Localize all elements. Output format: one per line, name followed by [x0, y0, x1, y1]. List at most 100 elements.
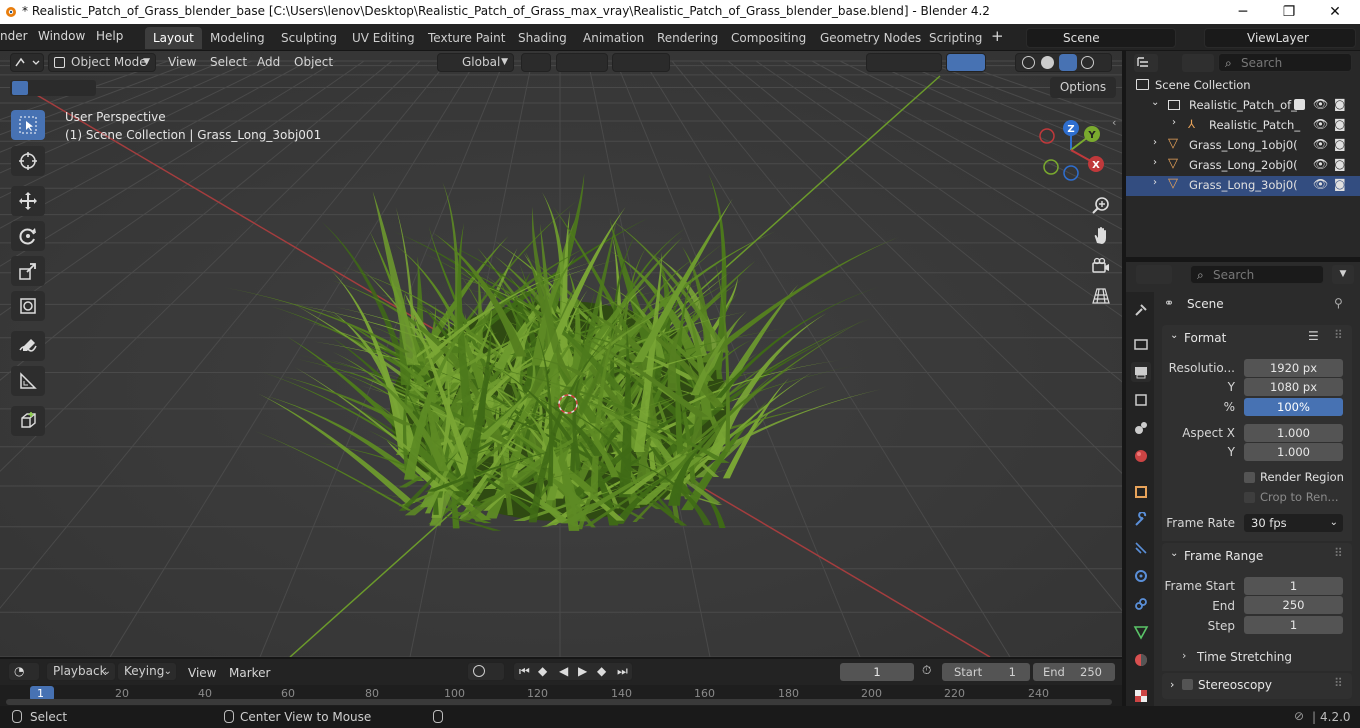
timeline-ruler[interactable]: 1 20 40 60 80 100 120 140 160 180 200 22… [0, 685, 1122, 706]
tab-scripting[interactable]: Scripting [921, 27, 990, 49]
frame-step-field[interactable]: 1 [1244, 616, 1343, 634]
output-tab-icon[interactable] [1131, 362, 1151, 382]
tab-geometry-nodes[interactable]: Geometry Nodes [812, 27, 929, 49]
expand-right-icon[interactable]: › [1172, 117, 1176, 128]
material-tab-icon[interactable] [1131, 650, 1151, 670]
viewlayer-selector[interactable]: ViewLayer [1204, 28, 1356, 48]
camera-view-button[interactable] [1087, 252, 1115, 280]
resolution-percent-field[interactable]: 100% [1244, 398, 1343, 416]
navigation-gizmo[interactable]: Z Y X [1030, 112, 1112, 188]
outliner-row-realistic-collection[interactable]: ⌄ Realistic_Patch_of_ 👁 ◙ [1126, 96, 1360, 116]
display-mode-dropdown[interactable] [1182, 54, 1214, 72]
add-workspace-button[interactable]: + [991, 27, 1004, 45]
crop-checkbox[interactable] [1244, 492, 1255, 503]
perspective-toggle-button[interactable] [1087, 282, 1115, 310]
outliner-editor-type-button[interactable] [1134, 54, 1158, 72]
frame-end-field[interactable]: 250 [1244, 596, 1343, 614]
jump-end-icon[interactable]: ⏭ [617, 663, 628, 680]
menu-add[interactable]: Add [257, 53, 280, 72]
world-tab-icon[interactable] [1131, 446, 1151, 466]
editor-type-button[interactable] [10, 53, 44, 72]
zoom-button[interactable] [1087, 192, 1115, 220]
play-icon[interactable]: ▶ [578, 663, 587, 680]
stopwatch-icon[interactable]: ⏱ [922, 663, 931, 678]
outliner-row-grass-3[interactable]: › ▽ Grass_Long_3obj0( 👁 ◙ [1126, 176, 1360, 196]
camera-render-icon[interactable]: ◙ [1334, 137, 1346, 151]
material-preview-icon[interactable] [1059, 54, 1077, 71]
expand-right-icon[interactable]: › [1153, 177, 1157, 188]
orientation-dropdown[interactable]: Global ▼ [437, 53, 514, 72]
object-mode-dropdown[interactable]: Object Mode ▼ [48, 53, 156, 72]
object-tab-icon[interactable] [1131, 482, 1151, 502]
measure-tool[interactable] [11, 366, 45, 396]
format-panel-header[interactable]: ⌄ Format ☰ ⠿ [1162, 325, 1352, 351]
eye-icon[interactable]: 👁 [1313, 177, 1328, 191]
view-layer-tab-icon[interactable] [1131, 390, 1151, 410]
render-tab-icon[interactable] [1131, 334, 1151, 354]
tab-modeling[interactable]: Modeling [202, 27, 273, 49]
outliner-search-input[interactable]: ⌕ Search [1218, 53, 1352, 72]
outliner-row-realistic-empty[interactable]: › ⅄ Realistic_Patch_ 👁 ◙ [1126, 116, 1360, 136]
aspect-x-field[interactable]: 1.000 [1244, 424, 1343, 442]
outliner-row-grass-1[interactable]: › ▽ Grass_Long_1obj0( 👁 ◙ [1126, 136, 1360, 156]
timeline-menu-view[interactable]: View [188, 664, 216, 683]
texture-tab-icon[interactable] [1131, 686, 1151, 706]
prev-keyframe-icon[interactable]: ◆ [538, 663, 547, 680]
pivot-dropdown[interactable] [521, 53, 551, 72]
jump-start-icon[interactable]: ⏮ [519, 663, 530, 680]
tab-animation[interactable]: Animation [575, 27, 652, 49]
chevron-down-icon[interactable]: ▼ [1332, 265, 1354, 284]
drag-handle-icon[interactable]: ⠿ [1334, 546, 1343, 560]
annotate-tool[interactable] [11, 331, 45, 361]
auto-keying-toggle[interactable] [467, 662, 505, 681]
camera-render-icon[interactable]: ◙ [1334, 117, 1346, 131]
select-box-tool[interactable] [11, 110, 45, 140]
expand-down-icon[interactable]: ⌄ [1151, 97, 1159, 108]
resolution-x-field[interactable]: 1920 px [1244, 359, 1343, 377]
checkbox-icon[interactable] [1294, 99, 1305, 110]
modifier-tab-icon[interactable] [1131, 510, 1151, 530]
menu-view[interactable]: View [168, 53, 196, 72]
outliner-row-grass-2[interactable]: › ▽ Grass_Long_2obj0( 👁 ◙ [1126, 156, 1360, 176]
select-mode-buttons[interactable] [10, 80, 96, 96]
resolution-y-field[interactable]: 1080 px [1244, 378, 1343, 396]
particles-tab-icon[interactable] [1131, 538, 1151, 558]
rotate-tool[interactable] [11, 221, 45, 251]
camera-render-icon[interactable]: ◙ [1334, 97, 1346, 111]
tab-texture-paint[interactable]: Texture Paint [420, 27, 513, 49]
menu-window[interactable]: Window [38, 29, 85, 43]
menu-help[interactable]: Help [96, 29, 123, 43]
close-button[interactable]: ✕ [1312, 0, 1358, 24]
expand-right-icon[interactable]: › [1153, 157, 1157, 168]
camera-render-icon[interactable]: ◙ [1334, 177, 1346, 191]
outliner-row-scene-collection[interactable]: Scene Collection [1126, 76, 1360, 96]
shading-mode-buttons[interactable] [1015, 53, 1112, 72]
scale-tool[interactable] [11, 256, 45, 286]
drag-handle-icon[interactable]: ⠿ [1334, 328, 1343, 342]
physics-tab-icon[interactable] [1131, 566, 1151, 586]
menu-select[interactable]: Select [210, 53, 247, 72]
menu-object[interactable]: Object [294, 53, 333, 72]
play-reverse-icon[interactable]: ◀ [559, 663, 568, 680]
frame-range-panel-header[interactable]: ⌄ Frame Range ⠿ [1162, 543, 1352, 569]
end-frame-field[interactable]: End 250 [1033, 663, 1115, 681]
drag-handle-icon[interactable]: ⠿ [1334, 676, 1343, 690]
timeline-menu-marker[interactable]: Marker [229, 664, 270, 683]
scene-tab-icon[interactable] [1131, 418, 1151, 438]
render-region-checkbox[interactable] [1244, 472, 1255, 483]
options-button[interactable]: Options [1050, 77, 1116, 98]
menu-blender[interactable]: nder [0, 29, 28, 43]
eye-icon[interactable]: 👁 [1313, 157, 1328, 171]
next-keyframe-icon[interactable]: ◆ [597, 663, 606, 680]
add-cube-tool[interactable] [11, 406, 45, 436]
keying-dropdown[interactable]: Keying ⌄ [117, 662, 177, 681]
tab-layout[interactable]: Layout [145, 27, 202, 49]
scene-selector[interactable]: Scene [1026, 28, 1176, 48]
aspect-y-field[interactable]: 1.000 [1244, 443, 1343, 461]
playback-controls[interactable]: ⏮ ◆ ◀ ▶ ◆ ⏭ [513, 662, 633, 681]
sidebar-toggle-icon[interactable]: ‹ [1112, 116, 1122, 130]
stereoscopy-checkbox[interactable] [1182, 679, 1193, 690]
properties-editor-type-button[interactable] [1136, 265, 1172, 284]
eye-icon[interactable]: 👁 [1313, 137, 1328, 151]
timeline-editor-type-button[interactable]: ◔ [8, 662, 40, 681]
